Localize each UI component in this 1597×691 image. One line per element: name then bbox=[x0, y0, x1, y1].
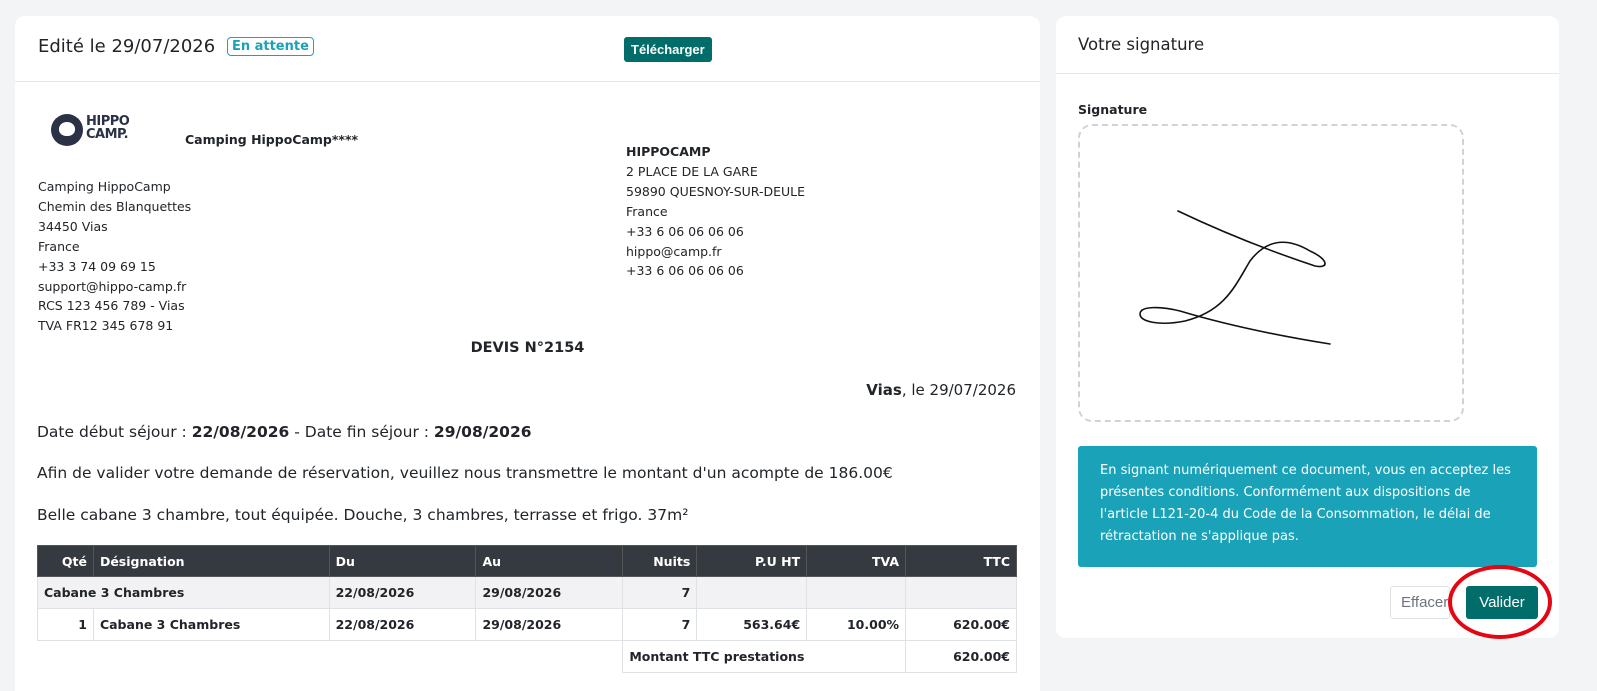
cell bbox=[905, 576, 1017, 609]
sender-line: Camping HippoCamp bbox=[38, 179, 171, 194]
deposit-text: Afin de valider votre demande de réserva… bbox=[37, 464, 893, 482]
col-designation: Désignation bbox=[92, 545, 330, 577]
title-text: Edité le 29/07/2026 bbox=[38, 36, 216, 57]
hippo-logo-icon bbox=[51, 114, 83, 146]
client-line: +33 6 06 06 06 06 bbox=[626, 263, 744, 279]
status-badge: En attente bbox=[226, 37, 314, 56]
client-line: hippo@camp.fr bbox=[626, 243, 722, 259]
cell: 22/08/2026 bbox=[328, 608, 477, 641]
col-qty: Qté bbox=[37, 545, 94, 577]
sender-line: France bbox=[38, 238, 80, 254]
sender-line: support@hippo-camp.fr bbox=[38, 278, 187, 294]
col-nights: Nuits bbox=[622, 545, 698, 577]
total-value: 620.00€ bbox=[905, 640, 1017, 673]
cell: 7 bbox=[622, 608, 698, 641]
cell: 29/08/2026 bbox=[475, 608, 624, 641]
company-logo: HIPPO CAMP. bbox=[51, 114, 141, 150]
highlight-annotation bbox=[1448, 565, 1552, 639]
cell: 22/08/2026 bbox=[328, 576, 477, 609]
download-button[interactable]: Télécharger bbox=[624, 37, 712, 62]
table-row: Cabane 3 Chambres 22/08/2026 29/08/2026 … bbox=[37, 576, 1017, 609]
client-line: 59890 QUESNOY-SUR-DEULE bbox=[626, 183, 806, 199]
signature-drawing bbox=[1139, 210, 1331, 345]
stay-dates: Date début séjour : 22/08/2026 - Date fi… bbox=[37, 423, 532, 441]
cell: Cabane 3 Chambres bbox=[37, 576, 330, 609]
sender-line: Chemin des Blanquettes bbox=[38, 198, 192, 214]
sender-line: TVA FR12 345 678 91 bbox=[38, 318, 174, 334]
quote-header: Edité le 29/07/2026 En attente Télécharg… bbox=[15, 16, 1040, 82]
cell: 563.64€ bbox=[696, 608, 808, 641]
table-total-row: Montant TTC prestations 620.00€ bbox=[38, 640, 1017, 673]
place-date: Vias, le 29/07/2026 bbox=[866, 381, 1016, 399]
sender-line: RCS 123 456 789 - Vias bbox=[38, 298, 185, 314]
col-total: TTC bbox=[905, 545, 1017, 577]
company-name: Camping HippoCamp**** bbox=[185, 132, 359, 147]
cell: 620.00€ bbox=[905, 608, 1017, 641]
signature-label: Signature bbox=[1078, 102, 1148, 117]
sender-line: 34450 Vias bbox=[38, 218, 108, 234]
sender-line: +33 3 74 09 69 15 bbox=[38, 258, 156, 274]
col-vat: TVA bbox=[806, 545, 907, 577]
cell: Cabane 3 Chambres bbox=[92, 608, 330, 641]
signature-title: Votre signature bbox=[1056, 16, 1559, 74]
total-label: Montant TTC prestations bbox=[622, 640, 907, 673]
signature-pad[interactable] bbox=[1078, 124, 1464, 422]
client-line: France bbox=[626, 203, 668, 219]
col-from: Du bbox=[328, 545, 477, 577]
cell: 1 bbox=[37, 608, 94, 641]
legal-notice: En signant numériquement ce document, vo… bbox=[1078, 446, 1537, 567]
client-address: HIPPOCAMP 2 PLACE DE LA GARE 59890 QUESN… bbox=[626, 142, 805, 281]
signature-card: Votre signature Signature En signant num… bbox=[1056, 16, 1559, 638]
quote-table: Qté Désignation Du Au Nuits P.U HT TVA T… bbox=[37, 545, 1017, 673]
quote-number: DEVIS N°2154 bbox=[470, 340, 585, 356]
cell: 29/08/2026 bbox=[475, 576, 624, 609]
cell: 10.00% bbox=[806, 608, 907, 641]
client-name: HIPPOCAMP bbox=[626, 144, 711, 159]
col-unit-price: P.U HT bbox=[696, 545, 808, 577]
quote-card: Edité le 29/07/2026 En attente Télécharg… bbox=[15, 16, 1040, 691]
logo-text: HIPPO CAMP. bbox=[86, 114, 130, 142]
col-to: Au bbox=[475, 545, 624, 577]
cell: 7 bbox=[622, 576, 698, 609]
client-line: +33 6 06 06 06 06 bbox=[626, 223, 744, 239]
table-row: 1 Cabane 3 Chambres 22/08/2026 29/08/202… bbox=[37, 608, 1017, 641]
cell bbox=[696, 576, 808, 609]
accommodation-description: Belle cabane 3 chambre, tout équipée. Do… bbox=[37, 506, 689, 524]
clear-button[interactable]: Effacer bbox=[1390, 586, 1450, 619]
cell bbox=[806, 576, 907, 609]
client-line: 2 PLACE DE LA GARE bbox=[626, 163, 758, 179]
page-title: Edité le 29/07/2026 En attente bbox=[38, 36, 314, 58]
table-header-row: Qté Désignation Du Au Nuits P.U HT TVA T… bbox=[37, 545, 1017, 577]
sender-address: Camping HippoCamp Chemin des Blanquettes… bbox=[38, 177, 191, 336]
